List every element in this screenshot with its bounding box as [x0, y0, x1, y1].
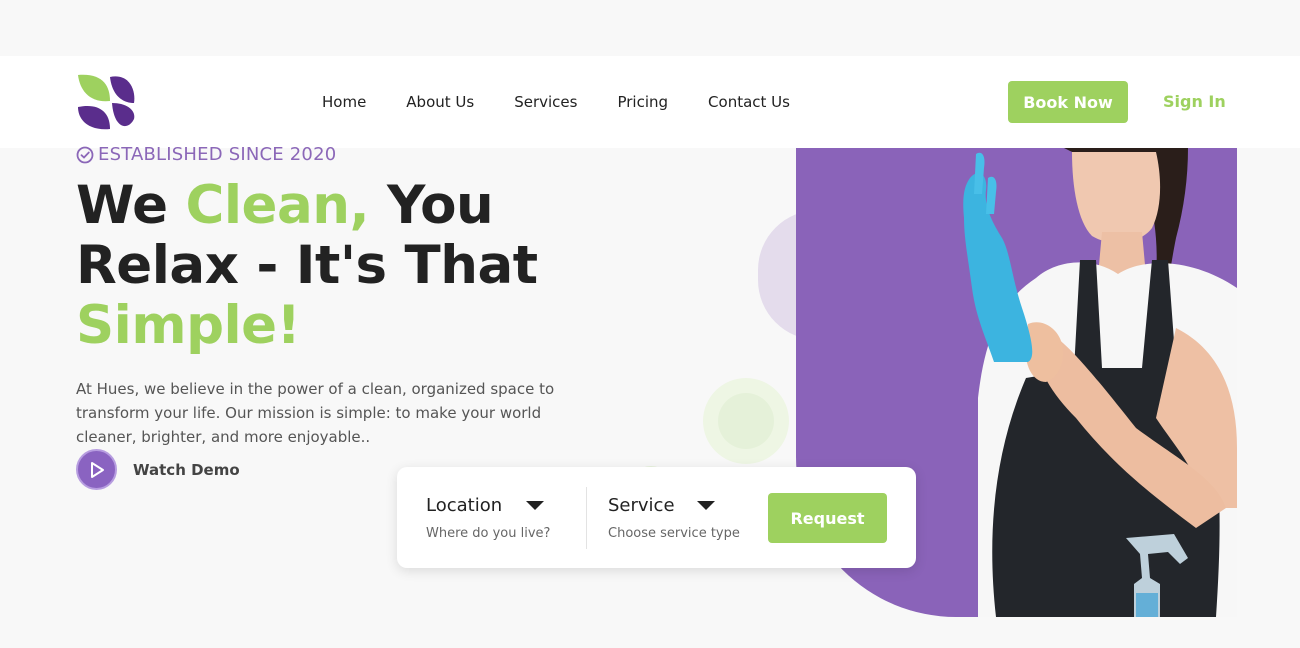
hero-intro: At Hues, we believe in the power of a cl…: [76, 380, 555, 446]
service-label: Service: [608, 495, 675, 516]
request-form: Location Where do you live? Service Choo…: [397, 467, 916, 568]
location-select[interactable]: Location Where do you live?: [426, 495, 550, 541]
service-select[interactable]: Service Choose service type: [608, 495, 740, 541]
headline-highlight2: Simple!: [76, 295, 301, 356]
nav-contact-us[interactable]: Contact Us: [708, 92, 790, 112]
leaf-logo-icon[interactable]: [76, 73, 136, 131]
main-nav: Home About Us Services Pricing Contact U…: [322, 92, 830, 112]
sign-in-link[interactable]: Sign In: [1163, 92, 1226, 112]
service-hint: Choose service type: [608, 526, 740, 541]
watch-demo-button[interactable]: Watch Demo: [76, 449, 240, 490]
book-now-button[interactable]: Book Now: [1008, 81, 1128, 123]
nav-services[interactable]: Services: [514, 92, 577, 112]
nav-pricing[interactable]: Pricing: [617, 92, 668, 112]
navbar: Home About Us Services Pricing Contact U…: [0, 56, 1300, 148]
nav-about-us[interactable]: About Us: [406, 92, 474, 112]
play-icon[interactable]: [76, 449, 117, 490]
check-circle-icon: [76, 146, 94, 163]
decorative-circle: [703, 378, 789, 464]
field-divider: [586, 487, 587, 549]
location-label: Location: [426, 495, 503, 516]
headline-highlight1: Clean,: [185, 175, 370, 236]
chevron-down-icon: [696, 501, 715, 510]
hero-headline: We Clean, You Relax - It's That Simple!: [76, 176, 636, 356]
headline-part1: We: [76, 175, 186, 236]
established-tag: ESTABLISHED SINCE 2020: [76, 144, 336, 165]
watch-demo-label: Watch Demo: [133, 460, 240, 479]
location-hint: Where do you live?: [426, 526, 551, 541]
nav-home[interactable]: Home: [322, 92, 366, 112]
request-button[interactable]: Request: [768, 493, 887, 543]
established-text: ESTABLISHED SINCE 2020: [98, 144, 337, 165]
chevron-down-icon: [526, 501, 545, 510]
